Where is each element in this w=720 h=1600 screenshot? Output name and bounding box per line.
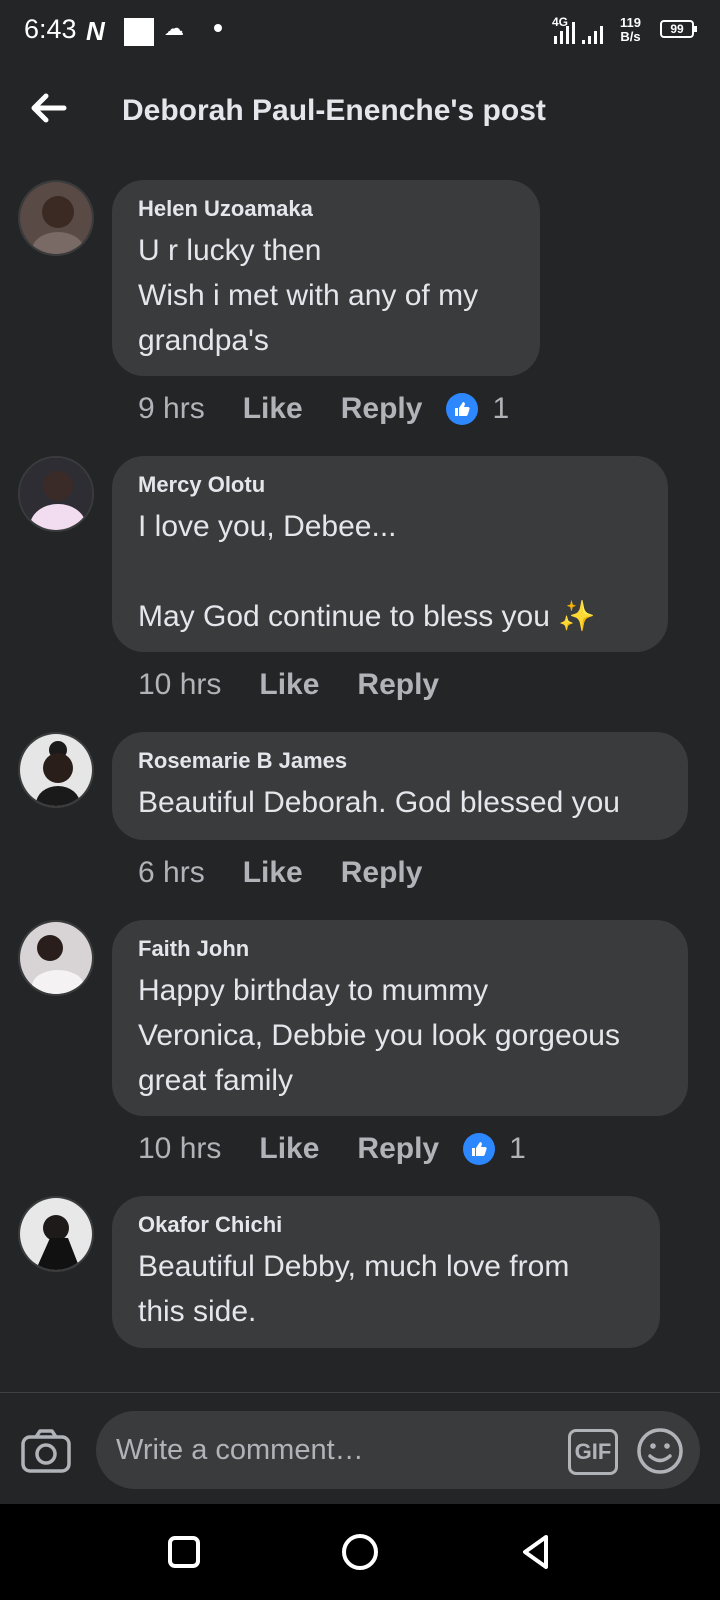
avatar[interactable] <box>18 456 94 532</box>
network-speed: 119 B/s <box>620 16 641 44</box>
thumbs-up-icon <box>463 1133 496 1165</box>
avatar[interactable] <box>18 732 94 808</box>
reply-button[interactable]: Reply <box>341 856 423 890</box>
thumbs-up-icon <box>446 393 479 425</box>
comment-bubble[interactable]: Mercy Olotu I love you, Debee... May God… <box>112 456 668 652</box>
gif-button[interactable]: GIF <box>568 1429 618 1475</box>
page-title: Deborah Paul-Enenche's post <box>122 94 546 127</box>
like-button[interactable]: Like <box>243 392 303 426</box>
reaction-count[interactable]: 1 <box>509 1132 526 1166</box>
battery-icon: 99 <box>660 20 697 38</box>
like-button[interactable]: Like <box>259 668 319 702</box>
comment-author[interactable]: Rosemarie B James <box>138 748 662 774</box>
comment-bubble[interactable]: Okafor Chichi Beautiful Debby, much love… <box>112 1196 660 1348</box>
comment-text: Beautiful Deborah. God blessed you <box>138 786 620 819</box>
comment-time[interactable]: 9 hrs <box>138 392 205 426</box>
speed-value: 119 <box>620 15 641 30</box>
n-app-icon: N <box>86 16 105 46</box>
comment-bubble[interactable]: Helen Uzoamaka U r lucky then Wish i met… <box>112 180 540 376</box>
comment-compose-bar: GIF <box>0 1392 720 1505</box>
comment-time[interactable]: 10 hrs <box>138 668 221 702</box>
reply-button[interactable]: Reply <box>357 1132 439 1166</box>
post-header: Deborah Paul-Enenche's post <box>0 66 720 158</box>
reaction-count[interactable]: 1 <box>492 392 509 426</box>
comment-author[interactable]: Okafor Chichi <box>138 1212 634 1238</box>
speed-unit: B/s <box>620 29 641 44</box>
signal-bars-2-icon <box>582 22 603 44</box>
back-nav-icon[interactable] <box>516 1532 556 1572</box>
comment-text: Happy birthday to mummy Veronica, Debbie… <box>138 974 620 1097</box>
system-navigation-bar <box>0 1504 720 1600</box>
more-notifications-dot-icon <box>214 24 222 32</box>
notification-square-icon <box>124 18 154 46</box>
comment-time[interactable]: 10 hrs <box>138 1132 221 1166</box>
comment-bubble[interactable]: Faith John Happy birthday to mummy Veron… <box>112 920 688 1116</box>
comment-author[interactable]: Faith John <box>138 936 662 962</box>
camera-icon[interactable] <box>20 1427 72 1475</box>
comment-author[interactable]: Helen Uzoamaka <box>138 196 514 222</box>
back-arrow-icon[interactable] <box>28 88 68 128</box>
status-time: 6:43 <box>24 14 77 44</box>
avatar[interactable] <box>18 1196 94 1272</box>
comment-actions: 9 hrs Like Reply 1 <box>138 392 509 426</box>
avatar[interactable] <box>18 180 94 256</box>
like-button[interactable]: Like <box>259 1132 319 1166</box>
comment-time[interactable]: 6 hrs <box>138 856 205 890</box>
recent-apps-icon[interactable] <box>164 1532 204 1572</box>
home-icon[interactable] <box>340 1532 380 1572</box>
comment-author[interactable]: Mercy Olotu <box>138 472 642 498</box>
emoji-icon[interactable] <box>636 1427 684 1475</box>
comment-actions: 6 hrs Like Reply <box>138 856 460 890</box>
comment-bubble[interactable]: Rosemarie B James Beautiful Deborah. God… <box>112 732 688 840</box>
like-button[interactable]: Like <box>243 856 303 890</box>
status-bar: 6:43 N ☁ 4G 119 B/s 99 <box>0 0 720 66</box>
reply-button[interactable]: Reply <box>341 392 423 426</box>
comment-text: U r lucky then Wish i met with any of my… <box>138 234 479 357</box>
comment-text: Beautiful Debby, much love from this sid… <box>138 1250 570 1328</box>
comment-text: I love you, Debee... May God continue to… <box>138 510 596 633</box>
app-notification-icon: ☁ <box>164 18 184 40</box>
signal-bars-icon <box>554 22 575 44</box>
avatar[interactable] <box>18 920 94 996</box>
reply-button[interactable]: Reply <box>357 668 439 702</box>
comment-actions: 10 hrs Like Reply <box>138 668 477 702</box>
comment-actions: 10 hrs Like Reply 1 <box>138 1132 526 1166</box>
